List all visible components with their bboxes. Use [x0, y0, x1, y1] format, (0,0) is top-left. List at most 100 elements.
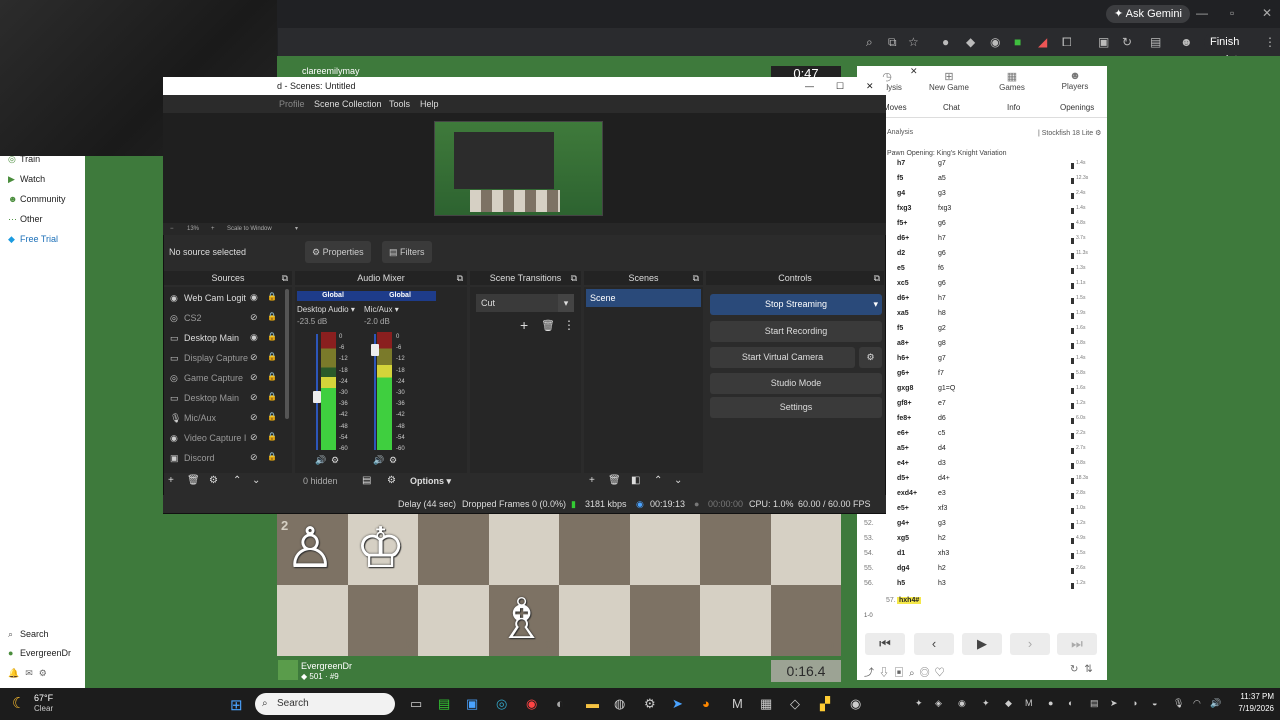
gear-icon[interactable]: ⚙ — [1095, 130, 1101, 137]
zoom-out-icon[interactable]: − — [170, 223, 174, 235]
gear-icon[interactable]: ⚙ — [209, 473, 218, 489]
image-icon[interactable]: ▣ — [894, 668, 909, 679]
white-bishop-icon[interactable]: ♗ — [497, 589, 547, 649]
moon-icon[interactable]: ☾ — [12, 694, 25, 712]
move-san[interactable]: e6+ — [897, 430, 909, 437]
prev-move-button[interactable]: ‹ — [914, 633, 954, 655]
chevron-down-icon[interactable]: ▾ — [395, 305, 399, 314]
undock-icon[interactable]: ⧉ — [874, 271, 880, 285]
move-row[interactable]: e4+ d3 0.8s — [857, 460, 1102, 475]
virtual-camera-settings-button[interactable]: ⚙ — [859, 347, 882, 368]
move-san[interactable]: h7 — [938, 235, 946, 242]
minimize-icon[interactable]: — — [1196, 6, 1208, 20]
move-row[interactable]: e5+ xf3 1.0s — [857, 505, 1102, 520]
scene-item[interactable]: Scene — [586, 289, 701, 307]
move-san[interactable]: d6+ — [897, 295, 909, 302]
trash-icon[interactable]: 🗑 — [187, 473, 200, 489]
move-row[interactable]: xc5 g6 1.1s — [857, 280, 1102, 295]
move-row[interactable]: e6+ c5 2.2s — [857, 430, 1102, 445]
lock-icon[interactable]: 🔒 — [267, 292, 277, 301]
move-san[interactable]: d2 — [897, 250, 905, 257]
app-icon[interactable]: ◇ — [790, 696, 800, 712]
maximize-icon[interactable]: ▫ — [1230, 6, 1234, 20]
tray-icon[interactable]: ◉ — [958, 698, 966, 709]
steam-icon[interactable]: ◍ — [614, 696, 625, 712]
download-icon[interactable]: ⇩ — [879, 668, 894, 679]
source-row[interactable]: ▭ Display Capture — [170, 348, 280, 368]
obs-icon[interactable]: ◉ — [850, 696, 861, 712]
puzzle-icon[interactable]: ⧠ — [1062, 35, 1072, 50]
share-icon[interactable]: ⤴ — [864, 668, 879, 679]
move-san[interactable]: g3 — [938, 190, 946, 197]
move-san[interactable]: d4 — [938, 445, 946, 452]
board-square[interactable] — [488, 514, 559, 585]
board-square[interactable] — [418, 514, 489, 585]
extension-icon[interactable]: ◢ — [1038, 35, 1047, 49]
subtab-moves[interactable]: Moves — [883, 103, 907, 112]
mixer-channel-name[interactable]: Desktop Audio ▾ — [297, 305, 369, 314]
move-row[interactable]: gxg8 g1=Q 1.6s — [857, 385, 1102, 400]
move-san[interactable]: fxg3 — [897, 205, 911, 212]
transition-select[interactable]: Cut ▾ — [476, 294, 574, 312]
move-row[interactable]: f5+ g6 4.8s — [857, 220, 1102, 235]
tab-search-icon[interactable]: ▣ — [1098, 35, 1109, 49]
move-san[interactable]: g4 — [897, 190, 905, 197]
mixer-channel-name[interactable]: Mic/Aux ▾ — [364, 305, 436, 314]
menu-scene-collection[interactable]: Scene Collection — [314, 95, 382, 113]
tray-icon[interactable]: ◆ — [1005, 698, 1012, 709]
move-row[interactable]: a8+ g8 1.8s — [857, 340, 1102, 355]
sidebar-item-watch[interactable]: ▶ Watch — [8, 174, 45, 185]
app-icon[interactable]: ▞ — [820, 696, 830, 712]
next-move-button[interactable]: › — [1010, 633, 1050, 655]
ask-gemini-button[interactable]: ✦ Ask Gemini — [1106, 5, 1190, 23]
add-source-icon[interactable]: + — [168, 473, 174, 489]
move-san[interactable]: d1 — [897, 550, 905, 557]
tray-icon[interactable]: ✦ — [915, 698, 923, 709]
move-san[interactable]: a8+ — [897, 340, 909, 347]
lock-icon[interactable]: 🔒 — [267, 412, 277, 421]
move-san[interactable]: c5 — [938, 430, 945, 437]
properties-button[interactable]: ⚙ Properties — [305, 241, 371, 263]
move-san[interactable]: h7 — [897, 160, 905, 167]
wifi-icon[interactable]: ◠ — [1193, 698, 1201, 709]
lock-icon[interactable]: 🔒 — [267, 452, 277, 461]
tray-icon[interactable]: ▤ — [1090, 698, 1099, 709]
move-san[interactable]: xa5 — [897, 310, 909, 317]
settings-button[interactable]: Settings — [710, 397, 882, 418]
move-row[interactable]: d6+ h7 3.7s — [857, 235, 1102, 250]
move-san[interactable]: a5 — [938, 175, 946, 182]
mixer-layout-icon[interactable]: ▤ — [362, 473, 371, 489]
eye-off-icon[interactable]: ⊘ — [250, 452, 258, 463]
tray-icon[interactable]: ◐ — [1068, 698, 1073, 708]
move-san[interactable]: d3 — [938, 460, 946, 467]
move-san[interactable]: g6+ — [897, 370, 909, 377]
minimize-icon[interactable]: — — [805, 77, 814, 95]
volume-fader-knob[interactable] — [313, 391, 321, 403]
tray-icon[interactable]: ◒ — [1152, 698, 1157, 708]
profile-icon[interactable]: ☻ — [1180, 35, 1193, 49]
extension-icon[interactable]: ● — [942, 35, 949, 49]
studio-mode-button[interactable]: Studio Mode — [710, 373, 882, 394]
taskbar-time[interactable]: 11:37 PM — [1234, 692, 1274, 701]
lock-icon[interactable]: 🔒 — [267, 392, 277, 401]
move-san[interactable]: f6 — [938, 265, 944, 272]
move-row[interactable]: gf8+ e7 1.2s — [857, 400, 1102, 415]
start-virtual-camera-button[interactable]: Start Virtual Camera — [710, 347, 855, 368]
move-row[interactable]: d2 g6 11.3s — [857, 250, 1102, 265]
tray-icon[interactable]: M — [1025, 698, 1033, 708]
eye-off-icon[interactable]: ⊘ — [250, 312, 258, 323]
board-square[interactable] — [629, 514, 700, 585]
options-button[interactable]: Options ▾ — [410, 473, 451, 489]
move-san[interactable]: h2 — [938, 565, 946, 572]
move-san[interactable]: e5 — [897, 265, 905, 272]
analyze-icon[interactable]: ◎ — [920, 668, 935, 679]
tray-icon[interactable]: ➤ — [1110, 698, 1118, 709]
bell-icon[interactable]: 🔔 — [8, 668, 25, 678]
tray-icon[interactable]: ◈ — [935, 698, 942, 709]
subtab-openings[interactable]: Openings — [1060, 103, 1094, 112]
sidebar-item-community[interactable]: ☻ Community — [8, 194, 66, 204]
star-icon[interactable]: ☆ — [908, 35, 919, 49]
move-san[interactable]: exd4+ — [897, 490, 917, 497]
move-san[interactable]: f7 — [938, 370, 944, 377]
sidebar-search[interactable]: ⌕ Search — [8, 629, 49, 640]
